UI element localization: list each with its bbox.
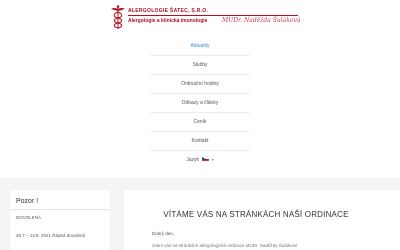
- notice-text: 26.7 – 13.8. 2021 Řádná dovolená: [16, 233, 86, 238]
- nav-divider: [150, 131, 250, 132]
- nav-divider: [150, 150, 250, 151]
- czech-flag-icon: [202, 156, 210, 161]
- notice-label: DOVOLENÁ: [16, 215, 42, 220]
- doctor-signature: MUDr. Naděžda Šuláková: [222, 17, 301, 24]
- site-header: ALERGOLOGIE ŠATEC, S.R.O. Alergologie a …: [0, 0, 400, 34]
- nav-item-ordinacni-hodiny[interactable]: Ordinační hodiny: [150, 78, 250, 90]
- nav-divider: [150, 93, 250, 94]
- caduceus-icon: [111, 5, 125, 29]
- nav-divider: [150, 112, 250, 113]
- nav-item-aktuality[interactable]: Aktuality: [150, 40, 250, 52]
- language-label: Jazyk: [186, 157, 199, 163]
- main-content: VÍTÁME VÁS NA STRÁNKÁCH NAŠÍ ORDINACE Do…: [124, 190, 400, 250]
- notice-divider: [10, 209, 110, 210]
- page-title: VÍTÁME VÁS NA STRÁNKÁCH NAŠÍ ORDINACE: [163, 210, 349, 219]
- chevron-down-icon: ▾: [211, 157, 214, 162]
- nav-divider: [150, 55, 250, 56]
- notice-title: Pozor !: [16, 198, 39, 205]
- greeting-text: Dobrý den,: [152, 231, 175, 236]
- logo-company-name: ALERGOLOGIE ŠATEC, S.R.O.: [128, 8, 209, 14]
- language-selector[interactable]: Jazyk ▾: [150, 154, 250, 166]
- nav-divider: [150, 74, 250, 75]
- nav-item-odkazy[interactable]: Odkazy a články: [150, 97, 250, 109]
- nav-item-cenik[interactable]: Ceník: [150, 116, 250, 128]
- intro-paragraph: vítám vás na stránkách alergologické ord…: [152, 243, 298, 248]
- notice-box: Pozor ! DOVOLENÁ 26.7 – 13.8. 2021 Řádná…: [10, 190, 110, 250]
- nav-item-kontakt[interactable]: Kontakt: [150, 135, 250, 147]
- nav-item-sluzby[interactable]: Služby: [150, 59, 250, 71]
